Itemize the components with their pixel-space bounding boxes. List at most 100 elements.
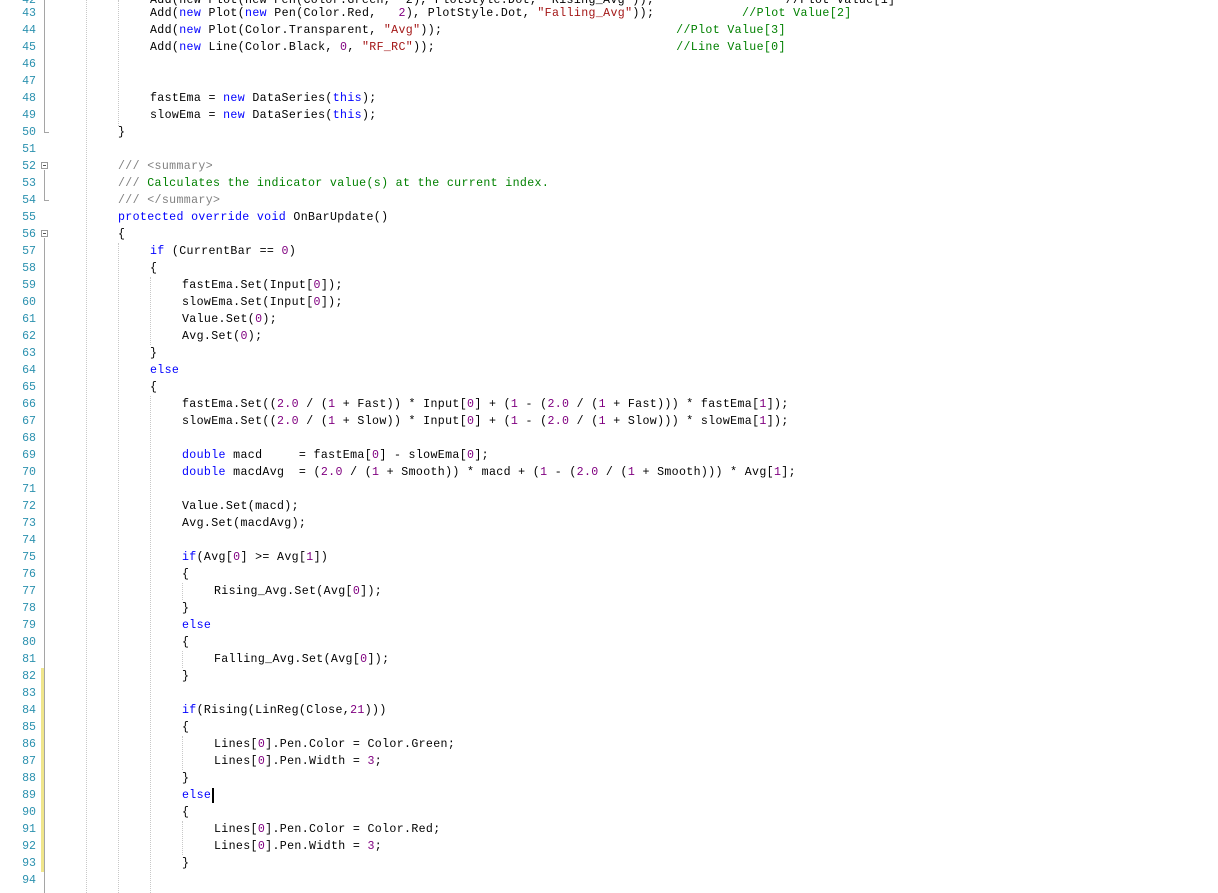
code-row[interactable]: 59 fastEma.Set(Input[0]); <box>0 277 1218 294</box>
code-row[interactable]: 57 if (CurrentBar == 0) <box>0 243 1218 260</box>
code-row[interactable]: 46 <box>0 56 1218 73</box>
code-line[interactable]: Add(new Line(Color.Black, 0, "RF_RC")); … <box>150 39 786 56</box>
code-line[interactable]: { <box>118 226 125 243</box>
fold-end-marker <box>44 132 49 133</box>
code-line[interactable]: if(Avg[0] >= Avg[1]) <box>182 549 328 566</box>
code-line[interactable]: double macdAvg = (2.0 / (1 + Smooth)) * … <box>182 464 796 481</box>
code-line[interactable]: Rising_Avg.Set(Avg[0]); <box>214 583 382 600</box>
code-row[interactable]: 83 <box>0 685 1218 702</box>
code-line[interactable]: if(Rising(LinReg(Close,21))) <box>182 702 387 719</box>
code-row[interactable]: 51 <box>0 141 1218 158</box>
code-row[interactable]: 47 <box>0 73 1218 90</box>
code-row[interactable]: 65 { <box>0 379 1218 396</box>
number-token: 0 <box>313 279 321 292</box>
code-row[interactable]: 67 slowEma.Set((2.0 / (1 + Slow)) * Input… <box>0 413 1218 430</box>
code-line[interactable]: { <box>182 804 189 821</box>
code-row[interactable]: 69 double macd = fastEma[0] - slowEma[0]; <box>0 447 1218 464</box>
code-line[interactable]: Value.Set(macd); <box>182 498 299 515</box>
code-line[interactable]: } <box>182 855 189 872</box>
code-row[interactable]: 70 double macdAvg = (2.0 / (1 + Smooth)) … <box>0 464 1218 481</box>
code-row[interactable]: 68 <box>0 430 1218 447</box>
code-row[interactable]: 90 { <box>0 804 1218 821</box>
code-row[interactable]: 62 Avg.Set(0); <box>0 328 1218 345</box>
code-line[interactable]: Lines[0].Pen.Color = Color.Red; <box>214 821 441 838</box>
code-line[interactable]: } <box>182 600 189 617</box>
code-row[interactable]: 84 if(Rising(LinReg(Close,21))) <box>0 702 1218 719</box>
code-line[interactable]: else <box>182 617 211 634</box>
code-line[interactable]: Avg.Set(0); <box>182 328 262 345</box>
code-line[interactable]: /// <summary> <box>118 158 213 175</box>
code-row[interactable]: 64 else <box>0 362 1218 379</box>
code-row[interactable]: 54 /// </summary> <box>0 192 1218 209</box>
code-line[interactable]: } <box>182 668 189 685</box>
code-row[interactable]: 53 /// Calculates the indicator value(s) … <box>0 175 1218 192</box>
code-line[interactable]: else <box>182 787 211 804</box>
code-line[interactable]: fastEma = new DataSeries(this); <box>150 90 377 107</box>
code-row[interactable]: 48 fastEma = new DataSeries(this); <box>0 90 1218 107</box>
code-line[interactable]: Add(new Plot(Color.Transparent, "Avg"));… <box>150 22 786 39</box>
code-line[interactable]: Value.Set(0); <box>182 311 277 328</box>
code-row[interactable]: 71 <box>0 481 1218 498</box>
code-line[interactable]: double macd = fastEma[0] - slowEma[0]; <box>182 447 489 464</box>
code-row[interactable]: 94 <box>0 872 1218 889</box>
code-row[interactable]: 55 protected override void OnBarUpdate() <box>0 209 1218 226</box>
code-row[interactable]: 82} <box>0 668 1218 685</box>
code-line[interactable]: else <box>150 362 179 379</box>
code-line[interactable]: Lines[0].Pen.Width = 3; <box>214 753 382 770</box>
fold-collapse-icon[interactable] <box>41 230 48 237</box>
code-line[interactable]: /// </summary> <box>118 192 220 209</box>
code-line[interactable]: /// Calculates the indicator value(s) at… <box>118 175 549 192</box>
code-row[interactable]: 56 { <box>0 226 1218 243</box>
code-line[interactable]: } <box>118 124 125 141</box>
code-row[interactable]: 72 Value.Set(macd); <box>0 498 1218 515</box>
text-token: / ( <box>298 415 329 428</box>
code-row[interactable]: 61 Value.Set(0); <box>0 311 1218 328</box>
code-row[interactable]: 74 <box>0 532 1218 549</box>
code-row[interactable]: 63} <box>0 345 1218 362</box>
code-line[interactable]: slowEma = new DataSeries(this); <box>150 107 377 124</box>
text-token: Avg.Set(macdAvg); <box>182 517 307 530</box>
code-row[interactable]: 45 Add(new Line(Color.Black, 0, "RF_RC"))… <box>0 39 1218 56</box>
text-token: { <box>182 636 190 649</box>
code-row[interactable]: 49 slowEma = new DataSeries(this); <box>0 107 1218 124</box>
code-row[interactable]: 43 Add(new Plot(new Pen(Color.Red, 2), Pl… <box>0 5 1218 22</box>
code-editor[interactable]: 42 Add(new Plot(new Pen(Color.Green, 2),… <box>0 0 1218 893</box>
indent-guide <box>150 277 151 345</box>
code-line[interactable]: protected override void OnBarUpdate() <box>118 209 388 226</box>
text-token: + Smooth)) * macd + ( <box>379 466 541 479</box>
code-line[interactable]: { <box>182 719 189 736</box>
code-row[interactable]: 50} <box>0 124 1218 141</box>
code-line[interactable]: { <box>182 634 189 651</box>
code-row[interactable]: 75 if(Avg[0] >= Avg[1]) <box>0 549 1218 566</box>
code-line[interactable]: if (CurrentBar == 0) <box>150 243 296 260</box>
code-line[interactable]: Avg.Set(macdAvg); <box>182 515 306 532</box>
code-line[interactable]: fastEma.Set((2.0 / (1 + Fast)) * Input[0… <box>182 396 789 413</box>
code-row[interactable]: 60 slowEma.Set(Input[0]); <box>0 294 1218 311</box>
code-row[interactable]: 85 { <box>0 719 1218 736</box>
code-row[interactable]: 44 Add(new Plot(Color.Transparent, "Avg")… <box>0 22 1218 39</box>
code-line[interactable]: slowEma.Set(Input[0]); <box>182 294 343 311</box>
code-line[interactable]: { <box>150 260 157 277</box>
code-row[interactable]: 78} <box>0 600 1218 617</box>
code-line[interactable]: { <box>150 379 157 396</box>
code-line[interactable]: { <box>182 566 189 583</box>
code-line[interactable]: Falling_Avg.Set(Avg[0]); <box>214 651 389 668</box>
code-line[interactable]: Add(new Plot(new Pen(Color.Red, 2), Plot… <box>150 5 852 22</box>
code-row[interactable]: 66 fastEma.Set((2.0 / (1 + Fast)) * Input… <box>0 396 1218 413</box>
code-row[interactable]: 76 { <box>0 566 1218 583</box>
code-row[interactable]: 93} <box>0 855 1218 872</box>
code-line[interactable]: Lines[0].Pen.Color = Color.Green; <box>214 736 455 753</box>
code-line[interactable]: Lines[0].Pen.Width = 3; <box>214 838 382 855</box>
code-row[interactable]: 80 { <box>0 634 1218 651</box>
code-line[interactable]: slowEma.Set((2.0 / (1 + Slow)) * Input[0… <box>182 413 789 430</box>
code-row[interactable]: 52 /// <summary> <box>0 158 1218 175</box>
code-row[interactable]: 79 else <box>0 617 1218 634</box>
code-line[interactable]: } <box>182 770 189 787</box>
code-line[interactable]: } <box>150 345 157 362</box>
code-row[interactable]: 88} <box>0 770 1218 787</box>
fold-collapse-icon[interactable] <box>41 162 48 169</box>
code-row[interactable]: 73 Avg.Set(macdAvg); <box>0 515 1218 532</box>
code-row[interactable]: 58 { <box>0 260 1218 277</box>
code-row[interactable]: 89 else <box>0 787 1218 804</box>
code-line[interactable]: fastEma.Set(Input[0]); <box>182 277 343 294</box>
